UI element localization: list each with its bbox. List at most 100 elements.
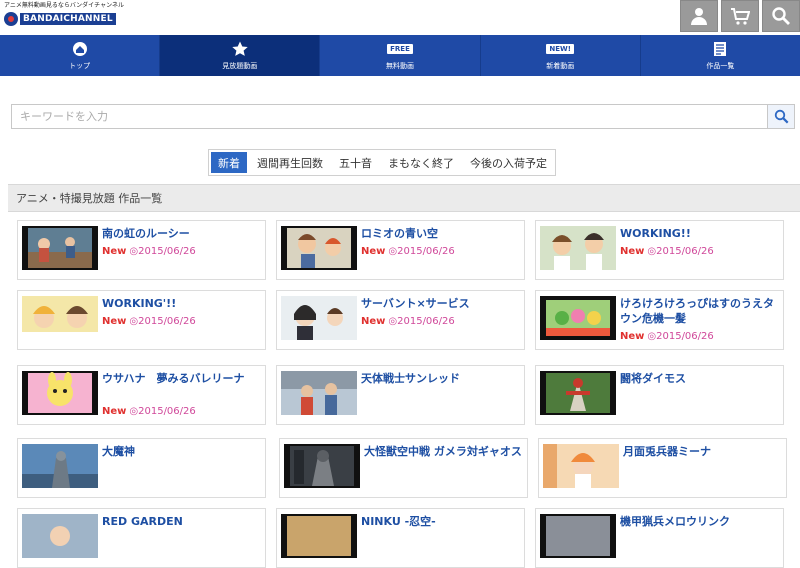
- card-title: RED GARDEN: [102, 515, 183, 528]
- site-logo[interactable]: アニメ無料動画見るならバンダイチャンネル BANDAICHANNEL: [4, 2, 134, 32]
- title-thumbnail: [281, 514, 357, 558]
- title-card[interactable]: 大怪獣空中戦 ガメラ対ギャオス: [279, 438, 528, 498]
- card-title: 月面兎兵器ミーナ: [623, 445, 711, 458]
- search-submit-button[interactable]: [767, 105, 794, 128]
- title-thumbnail: [22, 514, 98, 558]
- title-thumbnail: [22, 371, 98, 415]
- title-card[interactable]: サーバント×サービス New ◎2015/06/26: [276, 290, 525, 350]
- nav-label: トップ: [69, 62, 91, 70]
- section-title: アニメ・特撮見放題 作品一覧: [16, 192, 163, 205]
- nav-item-catalog[interactable]: 作品一覧: [641, 35, 800, 76]
- card-date: ◎2015/06/26: [129, 246, 196, 257]
- nav-label: 見放題動画: [222, 62, 258, 70]
- title-thumbnail: [22, 444, 98, 488]
- user-icon: [691, 8, 707, 25]
- title-card[interactable]: 機甲猟兵メロウリンク: [535, 508, 784, 568]
- tab-new[interactable]: 新着: [211, 152, 247, 173]
- sort-tabs: 新着 週間再生回数 五十音 まもなく終了 今後の入荷予定: [208, 149, 556, 176]
- card-date: ◎2015/06/26: [129, 316, 196, 327]
- app-header: アニメ無料動画見るならバンダイチャンネル BANDAICHANNEL: [0, 0, 800, 35]
- title-card[interactable]: RED GARDEN: [17, 508, 266, 568]
- title-card[interactable]: けろけろけろっぴはすのうえタウン危機一髪 New ◎2015/06/26: [535, 290, 784, 350]
- title-card[interactable]: 南の虹のルーシー New ◎2015/06/26: [17, 220, 266, 280]
- card-date: ◎2015/06/26: [388, 316, 455, 327]
- card-meta: New ◎2015/06/26: [620, 331, 714, 342]
- new-label: New: [361, 316, 386, 327]
- card-title: NINKU -忍空-: [361, 515, 436, 528]
- title-thumbnail: [284, 444, 360, 488]
- new-label: New: [361, 246, 386, 257]
- cart-button[interactable]: [721, 0, 759, 32]
- tab-ending-soon[interactable]: まもなく終了: [380, 150, 462, 175]
- card-title: 天体戦士サンレッド: [361, 372, 460, 385]
- card-title: 大怪獣空中戦 ガメラ対ギャオス: [364, 445, 522, 458]
- title-card[interactable]: WORKING'!! New ◎2015/06/26: [17, 290, 266, 350]
- card-meta: New ◎2015/06/26: [102, 246, 196, 257]
- nav-label: 作品一覧: [706, 62, 735, 70]
- card-title: けろけろけろっぴはすのうえタウン危機一髪: [620, 297, 774, 325]
- title-card[interactable]: ウサハナ 夢みるバレリーナ New ◎2015/06/26: [17, 365, 266, 425]
- card-meta: New ◎2015/06/26: [102, 406, 196, 417]
- logo-tagline: アニメ無料動画見るならバンダイチャンネル: [4, 2, 125, 9]
- title-thumbnail: [543, 444, 619, 488]
- card-title: WORKING'!!: [102, 297, 177, 310]
- search-input[interactable]: [12, 105, 767, 128]
- nav-item-unlimited[interactable]: 見放題動画: [160, 35, 321, 76]
- title-thumbnail: [281, 226, 357, 270]
- card-title: 大魔神: [102, 445, 135, 458]
- cart-icon: [731, 8, 750, 25]
- title-card[interactable]: 大魔神: [17, 438, 266, 498]
- title-thumbnail: [281, 296, 357, 340]
- card-meta: New ◎2015/06/26: [361, 316, 455, 327]
- nav-label: 無料動画: [386, 62, 414, 70]
- new-badge: NEW!: [546, 43, 574, 54]
- tab-kana-order[interactable]: 五十音: [331, 150, 380, 175]
- section-header: アニメ・特撮見放題 作品一覧: [8, 184, 800, 212]
- home-icon: [72, 41, 87, 56]
- title-thumbnail: [540, 514, 616, 558]
- title-card[interactable]: NINKU -忍空-: [276, 508, 525, 568]
- card-date: ◎2015/06/26: [129, 406, 196, 417]
- search-icon: [772, 7, 790, 25]
- new-label: New: [102, 406, 127, 417]
- title-thumbnail: [540, 226, 616, 270]
- nav-item-new[interactable]: NEW! 新着動画: [481, 35, 641, 76]
- title-card[interactable]: 月面兎兵器ミーナ: [538, 438, 787, 498]
- card-title: WORKING!!: [620, 227, 691, 240]
- title-thumbnail: [22, 226, 98, 270]
- card-date: ◎2015/06/26: [647, 246, 714, 257]
- star-icon: [232, 41, 248, 56]
- nav-item-top[interactable]: トップ: [0, 35, 161, 76]
- title-thumbnail: [540, 371, 616, 415]
- account-button[interactable]: [680, 0, 718, 32]
- main-nav: トップ 見放題動画 FREE 無料動画 NEW! 新着動画 作品一覧: [0, 35, 800, 76]
- free-badge: FREE: [387, 43, 413, 54]
- new-label: New: [620, 331, 645, 342]
- title-card[interactable]: WORKING!! New ◎2015/06/26: [535, 220, 784, 280]
- card-meta: New ◎2015/06/26: [620, 246, 714, 257]
- title-thumbnail: [22, 296, 98, 340]
- card-meta: New ◎2015/06/26: [361, 246, 455, 257]
- logo-mark-icon: [4, 12, 18, 26]
- title-card[interactable]: 天体戦士サンレッド: [276, 365, 525, 425]
- title-card[interactable]: ロミオの青い空 New ◎2015/06/26: [276, 220, 525, 280]
- tab-weekly-plays[interactable]: 週間再生回数: [249, 150, 331, 175]
- logo-text: BANDAICHANNEL: [20, 13, 116, 25]
- list-icon: [714, 41, 727, 56]
- search-icon: [774, 109, 788, 124]
- new-label: New: [102, 316, 127, 327]
- card-title: ロミオの青い空: [361, 227, 438, 240]
- nav-item-free[interactable]: FREE 無料動画: [320, 35, 481, 76]
- card-date: ◎2015/06/26: [647, 331, 714, 342]
- tab-upcoming[interactable]: 今後の入荷予定: [462, 150, 555, 175]
- card-meta: New ◎2015/06/26: [102, 316, 196, 327]
- new-label: New: [102, 246, 127, 257]
- header-search-button[interactable]: [762, 0, 800, 32]
- search-bar: [11, 104, 795, 129]
- card-title: 機甲猟兵メロウリンク: [620, 515, 730, 528]
- card-date: ◎2015/06/26: [388, 246, 455, 257]
- title-card[interactable]: 闘将ダイモス: [535, 365, 784, 425]
- card-title: 闘将ダイモス: [620, 372, 686, 385]
- card-title: サーバント×サービス: [361, 297, 470, 310]
- title-thumbnail: [281, 371, 357, 415]
